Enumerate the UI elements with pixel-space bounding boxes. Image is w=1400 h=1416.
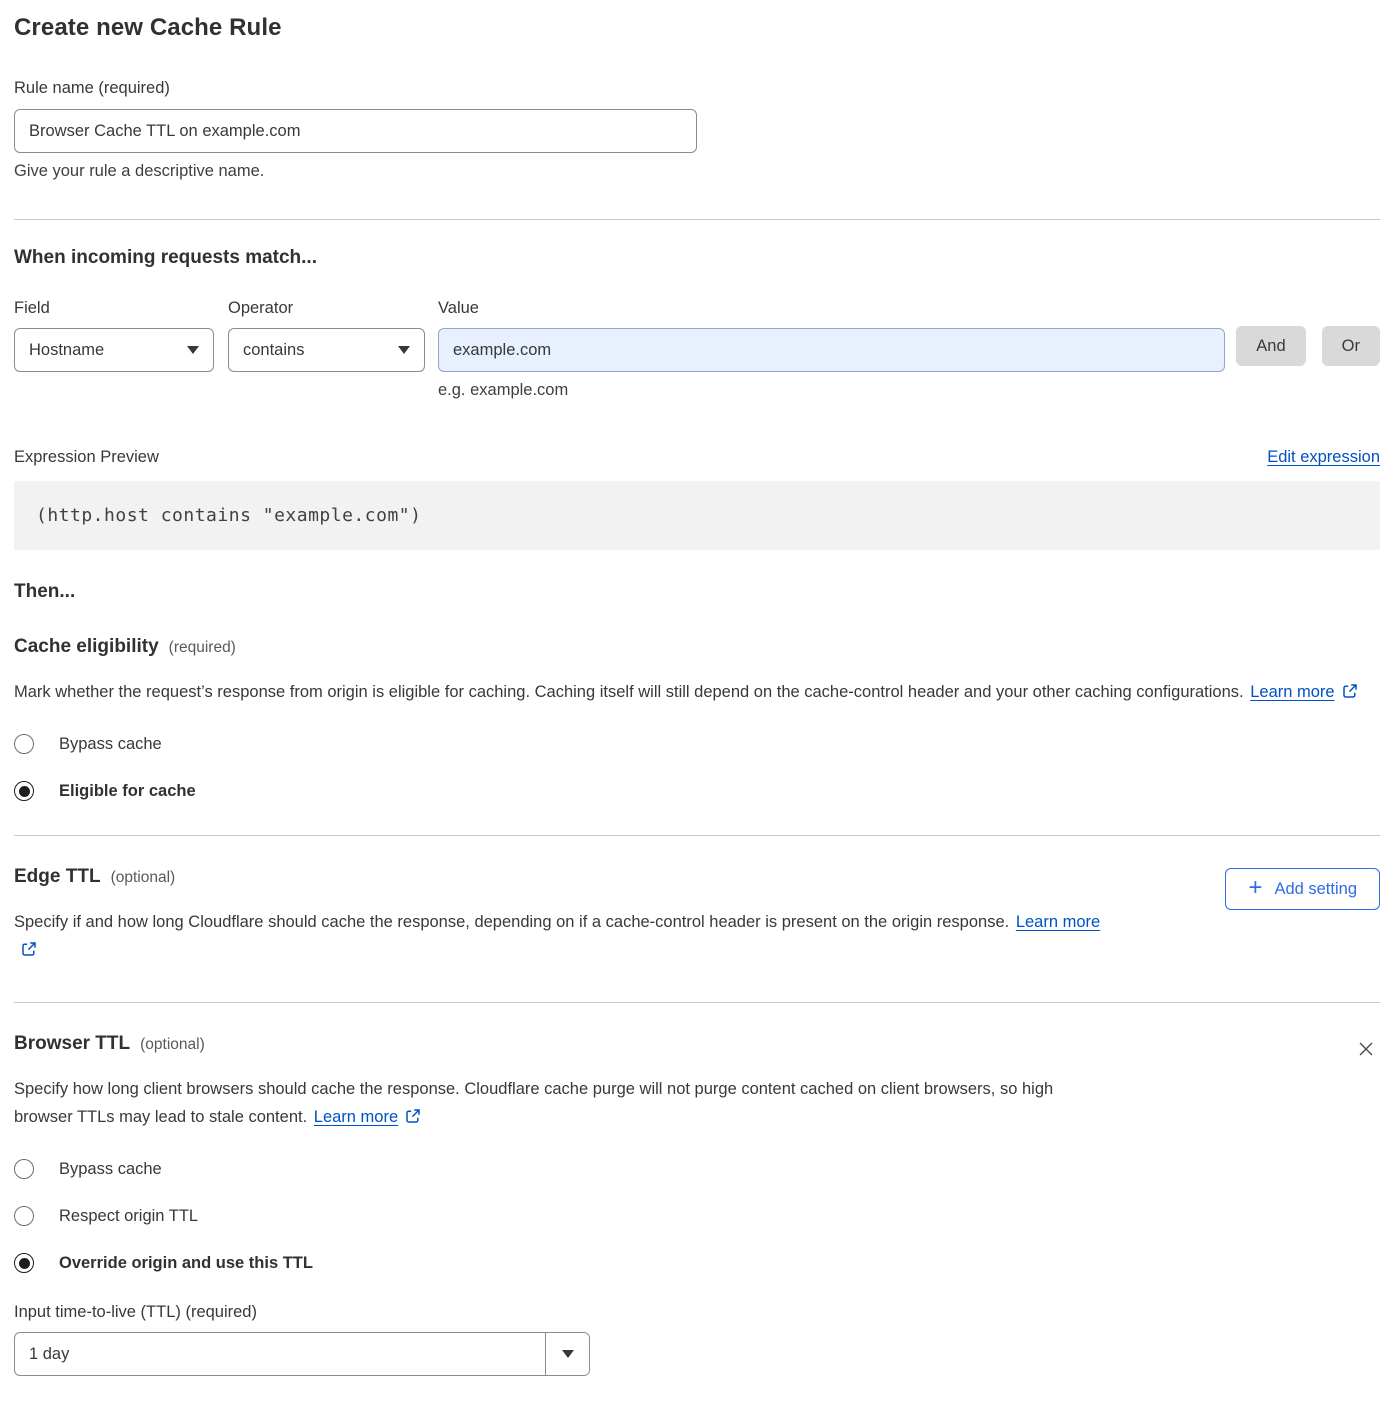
value-input[interactable]: [438, 328, 1225, 372]
radio-checked-icon: [14, 781, 34, 801]
section-divider: [14, 219, 1380, 220]
rule-name-label: Rule name (required): [14, 79, 1380, 98]
learn-more-link[interactable]: Learn more: [1016, 913, 1100, 931]
add-setting-button[interactable]: + Add setting: [1225, 868, 1380, 910]
value-help: e.g. example.com: [438, 381, 568, 400]
match-row: Field Hostname Operator contains Value A…: [14, 299, 1380, 372]
remove-browser-ttl-button[interactable]: [1352, 1035, 1380, 1066]
cache-eligibility-description: Mark whether the request’s response from…: [14, 683, 1244, 701]
browser-ttl-description: Specify how long client browsers should …: [14, 1080, 1053, 1126]
cache-eligibility-options: Bypass cache Eligible for cache: [14, 734, 1380, 801]
section-divider: [14, 1002, 1380, 1003]
rule-name-help: Give your rule a descriptive name.: [14, 162, 1380, 181]
learn-more-link[interactable]: Learn more: [314, 1108, 398, 1126]
radio-eligible-for-cache[interactable]: Eligible for cache: [14, 781, 1380, 801]
radio-icon: [14, 734, 34, 754]
radio-respect-origin-ttl[interactable]: Respect origin TTL: [14, 1206, 1380, 1226]
value-label: Value: [438, 299, 1225, 318]
radio-bypass-cache[interactable]: Bypass cache: [14, 1159, 1380, 1179]
cache-eligibility-title: Cache eligibility: [14, 636, 159, 658]
field-select-value: Hostname: [29, 341, 104, 360]
expression-preview-label: Expression Preview: [14, 448, 159, 467]
edge-ttl-description: Specify if and how long Cloudflare shoul…: [14, 913, 1009, 931]
radio-override-origin-ttl[interactable]: Override origin and use this TTL: [14, 1253, 1380, 1273]
edit-expression-link[interactable]: Edit expression: [1267, 448, 1380, 467]
operator-label: Operator: [228, 299, 425, 318]
section-divider: [14, 835, 1380, 836]
cache-eligibility-badge: (required): [169, 639, 236, 657]
then-heading: Then...: [14, 581, 1380, 603]
radio-bypass-cache[interactable]: Bypass cache: [14, 734, 1380, 754]
external-link-icon: [21, 938, 37, 966]
match-section-heading: When incoming requests match...: [14, 247, 1380, 269]
close-icon: [1356, 1039, 1376, 1059]
learn-more-link[interactable]: Learn more: [1250, 683, 1334, 701]
field-select[interactable]: Hostname: [14, 328, 214, 372]
radio-icon: [14, 1206, 34, 1226]
or-button[interactable]: Or: [1322, 326, 1380, 366]
edge-ttl-badge: (optional): [111, 869, 176, 887]
expression-code: (http.host contains "example.com"): [14, 481, 1380, 550]
browser-ttl-badge: (optional): [140, 1036, 205, 1054]
ttl-select[interactable]: 1 day: [14, 1332, 590, 1376]
rule-name-input[interactable]: [14, 109, 697, 153]
edge-ttl-title: Edge TTL: [14, 866, 101, 888]
field-label: Field: [14, 299, 214, 318]
create-cache-rule-form: Create new Cache Rule Rule name (require…: [0, 0, 1400, 1416]
ttl-select-value: 1 day: [15, 1333, 545, 1375]
radio-icon: [14, 1159, 34, 1179]
external-link-icon: [1342, 680, 1358, 708]
browser-ttl-options: Bypass cache Respect origin TTL Override…: [14, 1159, 1380, 1273]
and-button[interactable]: And: [1236, 326, 1305, 366]
chevron-down-icon: [187, 346, 199, 354]
chevron-down-icon: [398, 346, 410, 354]
operator-select[interactable]: contains: [228, 328, 425, 372]
plus-icon: +: [1248, 876, 1262, 900]
external-link-icon: [405, 1105, 421, 1133]
operator-select-value: contains: [243, 341, 304, 360]
ttl-input-label: Input time-to-live (TTL) (required): [14, 1303, 1380, 1322]
page-title: Create new Cache Rule: [14, 14, 1380, 42]
chevron-down-button[interactable]: [545, 1333, 589, 1375]
radio-checked-icon: [14, 1253, 34, 1273]
chevron-down-icon: [562, 1350, 574, 1358]
browser-ttl-title: Browser TTL: [14, 1033, 130, 1055]
